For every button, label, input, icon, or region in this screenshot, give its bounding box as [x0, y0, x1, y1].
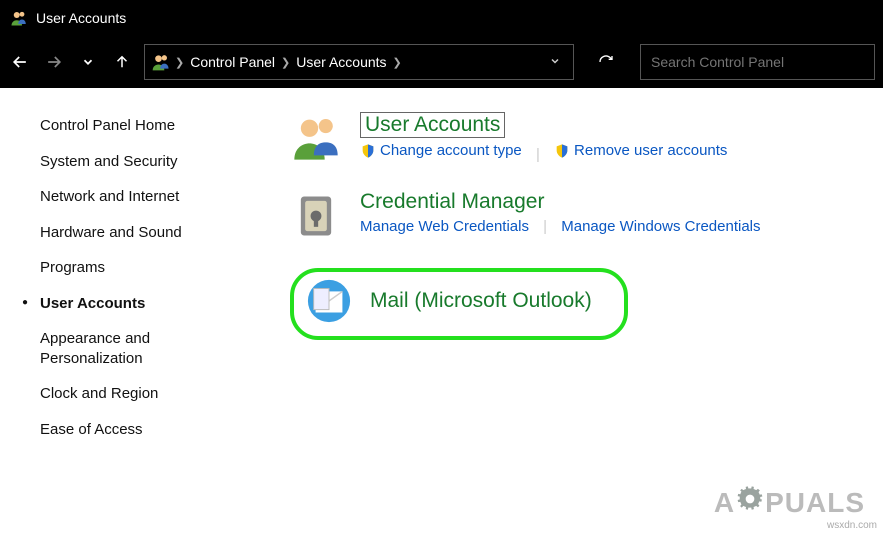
shield-icon — [554, 143, 570, 159]
chevron-right-icon[interactable]: ❯ — [393, 56, 402, 69]
chevron-right-icon[interactable]: ❯ — [281, 56, 290, 69]
shield-icon — [360, 143, 376, 159]
category-credential-manager: Credential Manager Manage Web Credential… — [290, 190, 859, 242]
attribution: wsxdn.com — [827, 520, 877, 531]
forward-button[interactable] — [42, 50, 66, 74]
user-accounts-icon — [290, 112, 342, 164]
breadcrumb-current[interactable]: User Accounts — [290, 54, 392, 70]
sidebar-item-clock-region[interactable]: Clock and Region — [40, 384, 230, 404]
search-box[interactable] — [640, 44, 875, 80]
sidebar-item-hardware-sound[interactable]: Hardware and Sound — [40, 223, 230, 243]
up-button[interactable] — [110, 50, 134, 74]
watermark: A PUALS — [714, 486, 865, 519]
sidebar-item-ease-of-access[interactable]: Ease of Access — [40, 420, 230, 440]
link-label: Remove user accounts — [574, 142, 727, 159]
link-credential-manager[interactable]: Credential Manager — [360, 190, 544, 214]
sidebar: Control Panel Home System and Security N… — [0, 88, 230, 533]
address-dropdown[interactable] — [543, 55, 567, 70]
window-title: User Accounts — [36, 10, 126, 26]
credential-manager-icon — [290, 190, 342, 242]
sidebar-item-appearance[interactable]: Appearance and Personalization — [40, 329, 190, 368]
sidebar-item-user-accounts[interactable]: User Accounts — [40, 294, 230, 314]
gear-icon — [737, 486, 763, 519]
link-user-accounts[interactable]: User Accounts — [360, 112, 505, 138]
refresh-button[interactable] — [592, 48, 620, 76]
breadcrumb-root[interactable]: Control Panel — [184, 54, 281, 70]
divider: | — [536, 146, 540, 163]
main-content: User Accounts Change account type | Remo… — [230, 88, 883, 533]
user-accounts-app-icon — [10, 9, 28, 27]
link-manage-web-credentials[interactable]: Manage Web Credentials — [360, 218, 529, 235]
sidebar-item-network-internet[interactable]: Network and Internet — [40, 187, 230, 207]
chevron-right-icon[interactable]: ❯ — [175, 56, 184, 69]
link-mail-outlook[interactable]: Mail (Microsoft Outlook) — [370, 289, 592, 313]
divider: | — [543, 218, 547, 235]
link-label: Change account type — [380, 142, 522, 159]
sidebar-item-programs[interactable]: Programs — [40, 258, 230, 278]
titlebar: User Accounts — [0, 0, 883, 36]
link-change-account-type[interactable]: Change account type — [360, 142, 522, 159]
search-input[interactable] — [651, 54, 864, 70]
navbar: ❯ Control Panel ❯ User Accounts ❯ — [0, 36, 883, 88]
back-button[interactable] — [8, 50, 32, 74]
link-manage-windows-credentials[interactable]: Manage Windows Credentials — [561, 218, 760, 235]
recent-dropdown[interactable] — [76, 50, 100, 74]
sidebar-item-control-panel-home[interactable]: Control Panel Home — [40, 116, 230, 136]
mail-outlook-icon — [306, 278, 352, 324]
category-user-accounts: User Accounts Change account type | Remo… — [290, 112, 859, 164]
address-bar[interactable]: ❯ Control Panel ❯ User Accounts ❯ — [144, 44, 574, 80]
user-accounts-icon — [151, 52, 171, 72]
sidebar-item-system-security[interactable]: System and Security — [40, 152, 230, 172]
highlight-mail-outlook: Mail (Microsoft Outlook) — [290, 268, 628, 340]
link-remove-user-accounts[interactable]: Remove user accounts — [554, 142, 727, 159]
